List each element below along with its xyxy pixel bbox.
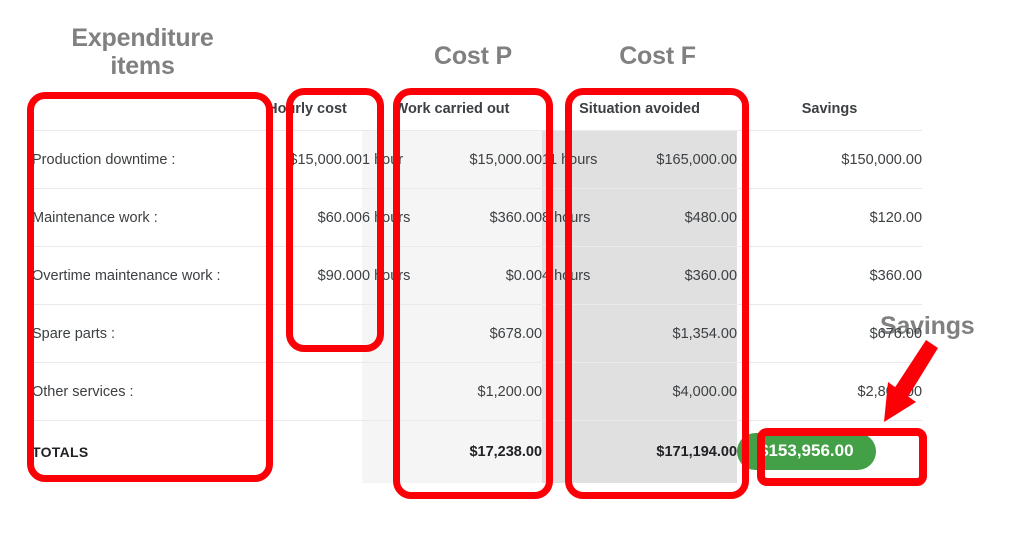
cell-totals-avoided-hours — [542, 420, 628, 483]
cell-avoided-cost: $360.00 — [627, 246, 738, 305]
annotation-title-cost-p: Cost P — [434, 42, 512, 70]
cell-work-hours: 0 hours — [362, 246, 437, 305]
column-header-item — [32, 88, 252, 131]
savings-total-badge: $153,956.00 — [737, 433, 876, 471]
cell-avoided-hours: 11 hours — [542, 130, 628, 189]
table-header-row: Hourly cost Work carried out Situation a… — [32, 88, 923, 131]
cell-avoided-cost: $480.00 — [627, 188, 738, 247]
cell-savings: $360.00 — [737, 246, 923, 305]
cell-totals-hourly-cost — [252, 421, 362, 483]
table-totals-row: TOTALS $17,238.00 $171,194.00 $153,956.0… — [32, 420, 922, 483]
cell-totals-avoided-cost: $171,194.00 — [627, 420, 738, 483]
cell-item-name: Maintenance work : — [32, 188, 252, 247]
table-header: Hourly cost Work carried out Situation a… — [32, 88, 923, 131]
column-header-savings: Savings — [737, 88, 923, 131]
cell-work-hours — [362, 304, 437, 363]
cell-avoided-hours: 4 hours — [542, 246, 628, 305]
column-header-situation-avoided: Situation avoided — [542, 88, 738, 131]
cell-hourly-cost — [252, 362, 362, 421]
cell-avoided-hours — [542, 362, 628, 421]
cell-totals-savings: $153,956.00 — [737, 421, 922, 483]
cell-savings: $120.00 — [737, 188, 923, 247]
cell-savings: $150,000.00 — [737, 130, 923, 189]
column-header-hourly-cost: Hourly cost — [252, 88, 362, 131]
table-row: Production downtime : $15,000.00 1 hour … — [32, 130, 923, 189]
table-body: Production downtime : $15,000.00 1 hour … — [32, 130, 923, 483]
cell-hourly-cost: $15,000.00 — [252, 130, 362, 189]
cell-work-hours — [362, 362, 437, 421]
cost-comparison-table-wrapper: Hourly cost Work carried out Situation a… — [32, 88, 923, 483]
savings-arrow-icon — [884, 340, 938, 422]
cell-totals-label: TOTALS — [32, 443, 89, 460]
cell-work-cost: $1,200.00 — [437, 362, 543, 421]
cell-hourly-cost — [252, 304, 362, 363]
cell-avoided-cost: $165,000.00 — [627, 130, 738, 189]
column-header-work-carried-out: Work carried out — [362, 88, 543, 131]
cell-work-cost: $360.00 — [437, 188, 543, 247]
cell-work-hours: 1 hour — [362, 130, 437, 189]
table-row: Overtime maintenance work : $90.00 0 hou… — [32, 246, 923, 305]
annotation-title-cost-f: Cost F — [619, 42, 696, 70]
cell-avoided-hours: 8 hours — [542, 188, 628, 247]
cell-work-cost: $15,000.00 — [437, 130, 543, 189]
cell-item-name: Other services : — [32, 362, 252, 421]
annotation-title-expenditure-items: Expenditure items — [71, 24, 214, 80]
cell-avoided-cost: $4,000.00 — [627, 362, 738, 421]
cell-item-name: Spare parts : — [32, 304, 252, 363]
infographic-canvas: Expenditure items Cost P Cost F Savings … — [0, 0, 1036, 538]
cell-avoided-cost: $1,354.00 — [627, 304, 738, 363]
table-row: Maintenance work : $60.00 6 hours $360.0… — [32, 188, 923, 247]
cell-totals-work-hours — [362, 420, 437, 483]
cell-work-cost: $678.00 — [437, 304, 543, 363]
cost-comparison-table: Hourly cost Work carried out Situation a… — [32, 88, 923, 483]
cell-avoided-hours — [542, 304, 628, 363]
table-row: Other services : $1,200.00 $4,000.00 $2,… — [32, 362, 923, 421]
cell-work-cost: $0.00 — [437, 246, 543, 305]
cell-totals-work-cost: $17,238.00 — [437, 420, 543, 483]
cell-work-hours: 6 hours — [362, 188, 437, 247]
cell-hourly-cost: $90.00 — [252, 246, 362, 305]
cell-item-name: Overtime maintenance work : — [32, 246, 252, 305]
cell-hourly-cost: $60.00 — [252, 188, 362, 247]
table-row: Spare parts : $678.00 $1,354.00 $676.00 — [32, 304, 923, 363]
cell-item-name: Production downtime : — [32, 130, 252, 189]
